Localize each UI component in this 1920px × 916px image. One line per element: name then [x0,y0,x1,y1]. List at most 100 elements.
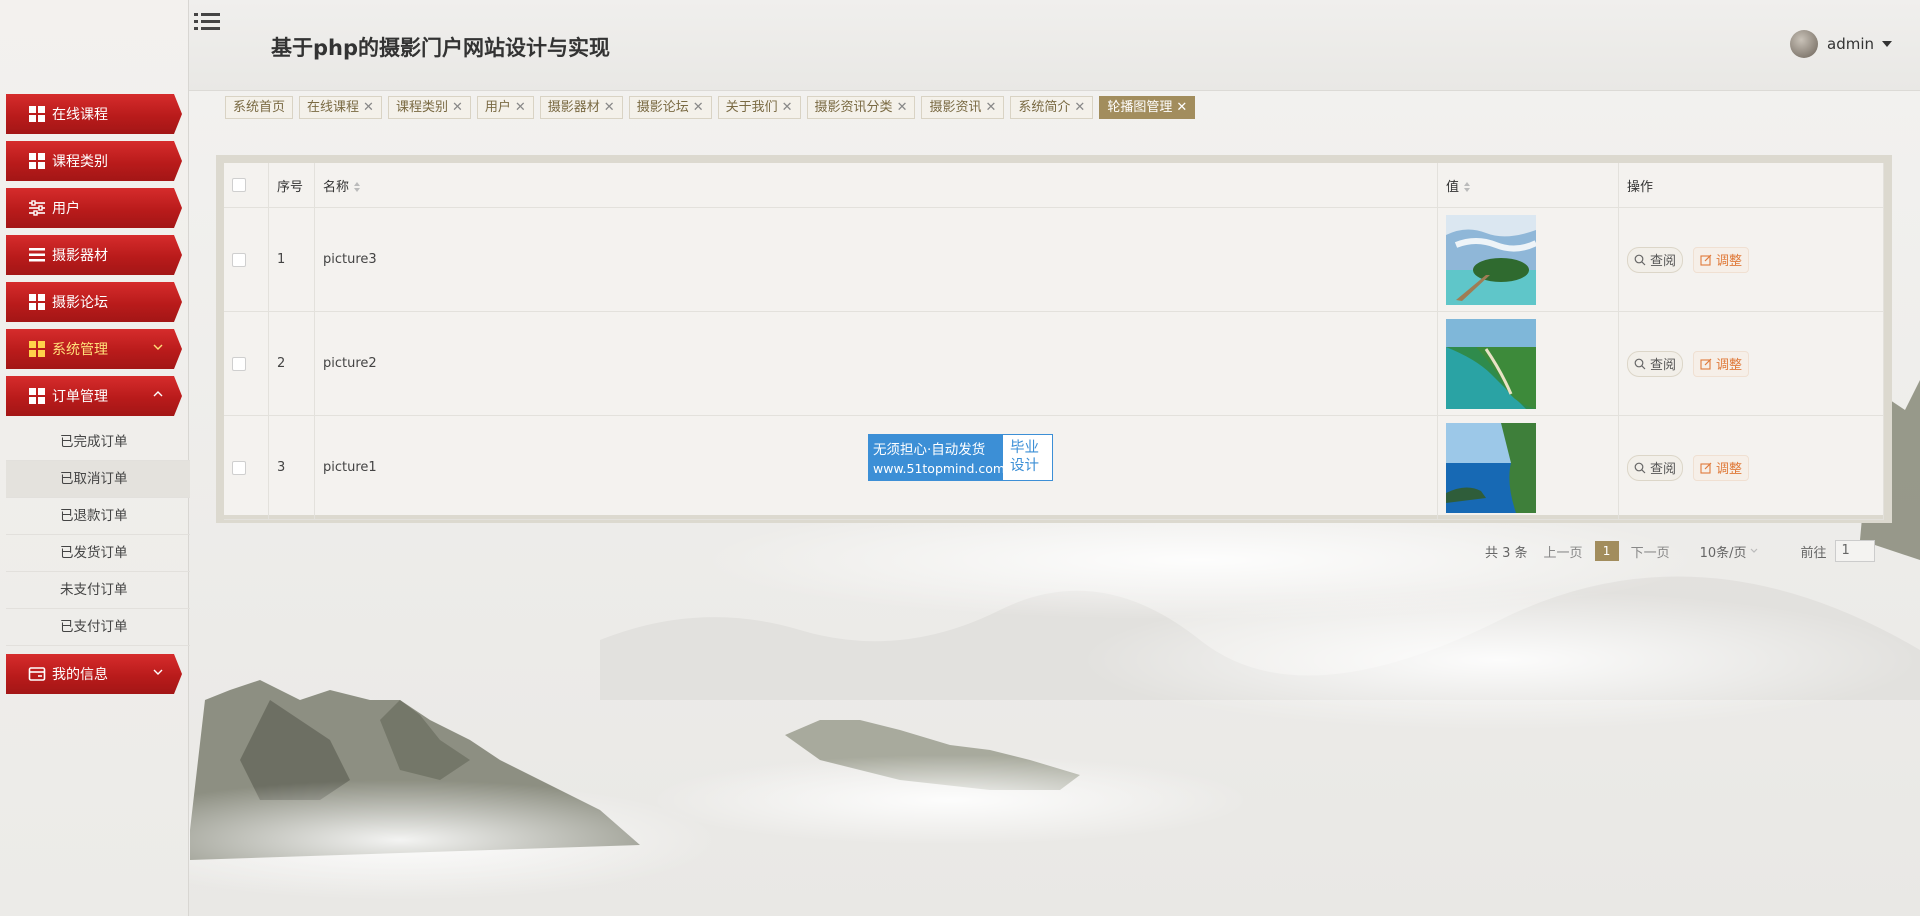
close-icon[interactable]: ✕ [604,97,615,118]
sliders-icon [29,200,45,216]
row-checkbox[interactable] [232,356,246,371]
submenu-item-cancelled-orders[interactable]: 已取消订单 [6,461,190,498]
edit-icon [1700,254,1712,266]
table-card: 序号 名称 值 操作 1 picture3 查阅 调整 2 picture2 查阅 调整 3 pi… [216,155,1892,523]
sidebar-menu: 在线课程课程类别用户摄影器材摄影论坛系统管理订单管理 已完成订单 已取消订单 已… [6,94,190,701]
row-checkbox[interactable] [232,460,246,475]
view-label: 查阅 [1650,254,1677,269]
column-header-name[interactable]: 名称 [314,163,1438,208]
tab-item[interactable]: 摄影资讯 ✕ [921,96,1005,119]
column-header-actions: 操作 [1618,163,1884,208]
chevron-down-icon [153,669,163,675]
search-icon [1634,358,1646,369]
tab-label: 摄影论坛 [636,100,689,115]
close-icon[interactable]: ✕ [782,97,793,118]
tab-label: 关于我们 [725,100,778,115]
order-submenu: 已完成订单 已取消订单 已退款订单 已发货订单 未支付订单 已支付订单 [6,424,190,646]
sidebar-item-label: 订单管理 [52,389,108,405]
menu-toggle-icon[interactable] [194,10,220,34]
row-name: picture3 [314,207,1438,312]
sidebar-item-equipment[interactable]: 摄影器材 [6,235,182,275]
row-name: picture2 [314,311,1438,416]
sort-icon[interactable] [1463,181,1471,193]
close-icon[interactable]: ✕ [515,97,526,118]
sidebar-item-my-info[interactable]: 我的信息 [6,654,182,694]
user-menu[interactable]: admin [1790,30,1892,58]
tab-item[interactable]: 轮播图管理 ✕ [1099,96,1196,119]
thumbnail-image [1446,422,1536,513]
sidebar-item-course-category[interactable]: 课程类别 [6,141,182,181]
goto-label: 前往 [1800,545,1827,561]
table-header-row: 序号 名称 值 操作 [224,163,1884,208]
row-index: 2 [268,311,315,416]
sidebar-item-forum[interactable]: 摄影论坛 [6,282,182,322]
tab-item[interactable]: 摄影论坛 ✕ [628,96,712,119]
thumbnail-image [1446,318,1536,409]
tab-item[interactable]: 系统简介 ✕ [1010,96,1094,119]
close-icon[interactable]: ✕ [1074,97,1085,118]
page-size-select[interactable]: 10条/页 [1700,542,1761,561]
select-all-checkbox[interactable] [232,178,246,192]
close-icon[interactable]: ✕ [693,97,704,118]
sidebar-item-label: 课程类别 [52,154,108,170]
tab-item[interactable]: 课程类别 ✕ [387,96,471,119]
page-title: 基于php的摄影门户网站设计与实现 [271,36,611,60]
view-button[interactable]: 查阅 [1627,246,1684,273]
sidebar-item-users[interactable]: 用户 [6,188,182,228]
sidebar-item-label: 在线课程 [52,107,108,123]
pagination-page-current[interactable]: 1 [1594,541,1619,561]
pagination-next[interactable]: 下一页 [1631,542,1670,561]
tab-label: 摄影资讯分类 [814,100,893,115]
view-button[interactable]: 查阅 [1627,350,1684,377]
top-header: 基于php的摄影门户网站设计与实现 admin [189,0,1920,91]
list-icon [29,248,45,262]
tab-item[interactable]: 用户 ✕ [476,96,534,119]
pagination-prev[interactable]: 上一页 [1544,542,1583,561]
sidebar-item-system[interactable]: 系统管理 [6,329,182,369]
thumbnail-image [1446,214,1536,305]
watermark-line2: www.51topmind.com [873,461,1006,476]
edit-button[interactable]: 调整 [1693,246,1750,273]
close-icon[interactable]: ✕ [985,97,996,118]
edit-button[interactable]: 调整 [1693,350,1750,377]
tab-item[interactable]: 关于我们 ✕ [717,96,801,119]
tab-item[interactable]: 在线课程 ✕ [299,96,382,119]
goto-page-input[interactable]: 1 [1834,540,1875,562]
submenu-item-unpaid-orders[interactable]: 未支付订单 [6,572,190,609]
data-table: 序号 名称 值 操作 1 picture3 查阅 调整 2 picture2 查阅 调整 3 pi… [224,163,1884,520]
edit-label: 调整 [1716,462,1743,477]
row-checkbox[interactable] [232,252,246,267]
sort-icon[interactable] [353,181,361,193]
close-icon[interactable]: ✕ [363,97,374,118]
chevron-up-icon [153,391,163,397]
sidebar-item-online-course[interactable]: 在线课程 [6,94,182,134]
sidebar-item-orders[interactable]: 订单管理 [6,376,182,416]
sidebar-item-label: 系统管理 [52,342,108,358]
table-row: 1 picture3 查阅 调整 [224,207,1884,312]
close-icon[interactable]: ✕ [897,97,908,118]
sidebar-item-label: 用户 [52,201,80,217]
tab-item[interactable]: 摄影器材 ✕ [539,96,623,119]
tab-item[interactable]: 摄影资讯分类 ✕ [806,96,916,119]
chevron-down-icon [1750,548,1757,553]
tab-label: 在线课程 [307,100,360,115]
submenu-item-completed-orders[interactable]: 已完成订单 [6,424,190,461]
submenu-item-refunded-orders[interactable]: 已退款订单 [6,498,190,535]
avatar [1790,30,1818,58]
column-header-value[interactable]: 值 [1437,163,1619,208]
edit-button[interactable]: 调整 [1693,454,1750,481]
row-actions: 查阅 调整 [1618,311,1884,416]
row-actions: 查阅 调整 [1618,415,1884,520]
search-icon [1634,462,1646,473]
close-icon[interactable]: ✕ [1176,97,1187,118]
row-index: 1 [268,207,315,312]
submenu-item-paid-orders[interactable]: 已支付订单 [6,609,190,646]
column-header-value-label: 值 [1446,179,1460,195]
watermark-line1: 无须担心·自动发货 [873,442,986,458]
submenu-item-shipped-orders[interactable]: 已发货订单 [6,535,190,572]
table-row: 2 picture2 查阅 调整 [224,311,1884,416]
page-size-label: 10条/页 [1699,545,1747,561]
close-icon[interactable]: ✕ [452,97,463,118]
view-button[interactable]: 查阅 [1627,454,1684,481]
tab-home[interactable]: 系统首页 [225,96,294,119]
